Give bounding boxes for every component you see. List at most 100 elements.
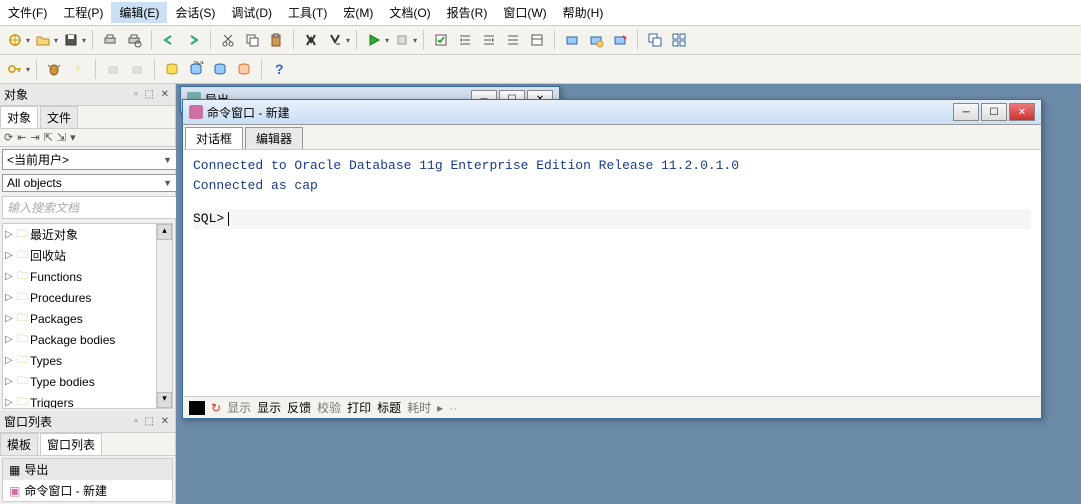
status-item[interactable]: 显示 [257, 399, 281, 416]
expand-icon[interactable]: ▷ [5, 313, 15, 324]
menu-2[interactable]: 编辑(E) [111, 2, 167, 23]
print-preview-icon[interactable] [123, 29, 145, 51]
expand-icon[interactable]: ▷ [5, 376, 15, 387]
nav-back-icon[interactable]: ⇤ [17, 131, 26, 144]
tree-item[interactable]: ▷🗀Procedures [3, 287, 172, 308]
cut-icon[interactable] [217, 29, 239, 51]
window-cascade-icon[interactable] [644, 29, 666, 51]
expand-icon[interactable]: ▷ [5, 292, 15, 303]
execute-icon[interactable] [363, 29, 385, 51]
tool2-icon[interactable] [585, 29, 607, 51]
tab-editor[interactable]: 编辑器 [245, 127, 303, 149]
collapse-icon[interactable]: ⇱ [44, 131, 53, 144]
tree-scrollbar[interactable]: ▴ ▾ [156, 224, 172, 408]
menu-8[interactable]: 报告(R) [439, 2, 496, 23]
status-item[interactable]: 反馈 [287, 399, 311, 416]
expand-icon[interactable]: ⇲ [57, 131, 66, 144]
panel-pin-icons[interactable]: ▫ ⬚ ✕ [134, 89, 171, 100]
refresh-icon[interactable]: ⟳ [4, 131, 13, 144]
panel-pin-icons[interactable]: ▫ ⬚ ✕ [134, 416, 171, 427]
tree-item[interactable]: ▷🗀回收站 [3, 245, 172, 266]
menu-6[interactable]: 宏(M) [335, 2, 381, 23]
copy-icon[interactable] [241, 29, 263, 51]
filter-combo[interactable]: All objects ▼ [2, 174, 177, 192]
scroll-down-icon[interactable]: ▾ [157, 392, 172, 408]
dropdown-icon[interactable]: ▾ [346, 36, 350, 45]
menu-10[interactable]: 帮助(H) [555, 2, 612, 23]
winlist-item-cmd[interactable]: ▣ 命令窗口 - 新建 [3, 480, 172, 501]
minimize-button[interactable]: ─ [953, 103, 979, 121]
print-icon[interactable] [99, 29, 121, 51]
cylinder1-icon[interactable] [161, 58, 183, 80]
refresh-icon[interactable]: ↻ [211, 401, 221, 415]
dropdown-icon[interactable]: ▾ [413, 36, 417, 45]
undo-icon[interactable] [158, 29, 180, 51]
paste-icon[interactable] [265, 29, 287, 51]
status-item[interactable]: 打印 [347, 399, 371, 416]
tool3-icon[interactable] [609, 29, 631, 51]
menu-0[interactable]: 文件(F) [0, 2, 55, 23]
cylinder3-icon[interactable] [209, 58, 231, 80]
redo-icon[interactable] [182, 29, 204, 51]
tree-item[interactable]: ▷🗀Package bodies [3, 329, 172, 350]
tree-item[interactable]: ▷🗀Type bodies [3, 371, 172, 392]
help-icon[interactable]: ? [268, 58, 290, 80]
debug-icon[interactable] [43, 58, 65, 80]
window-tile-icon[interactable] [668, 29, 690, 51]
expand-icon[interactable]: ▷ [5, 250, 15, 261]
winlist-item-export[interactable]: ▦ 导出 [3, 459, 172, 480]
indent-left-icon[interactable] [454, 29, 476, 51]
cmd-titlebar[interactable]: 命令窗口 - 新建 ─ ☐ ✕ [183, 100, 1041, 125]
key-icon[interactable] [4, 58, 26, 80]
tool1-icon[interactable] [561, 29, 583, 51]
menu-9[interactable]: 窗口(W) [495, 2, 554, 23]
menu-7[interactable]: 文档(O) [381, 2, 438, 23]
dbg-step1-icon[interactable] [102, 58, 124, 80]
status-item[interactable]: 校验 [317, 399, 341, 416]
dropdown-icon[interactable]: ▾ [26, 36, 30, 45]
menu-5[interactable]: 工具(T) [280, 2, 335, 23]
save-icon[interactable] [60, 29, 82, 51]
tree-item[interactable]: ▷🗀Functions [3, 266, 172, 287]
cylinder4-icon[interactable] [233, 58, 255, 80]
menu-1[interactable]: 工程(P) [55, 2, 111, 23]
tree-item[interactable]: ▷🗀Packages [3, 308, 172, 329]
status-item[interactable]: 显示 [227, 399, 251, 416]
open-icon[interactable] [32, 29, 54, 51]
expand-icon[interactable]: ▷ [5, 334, 15, 345]
indent-right-icon[interactable] [478, 29, 500, 51]
close-button[interactable]: ✕ [1009, 103, 1035, 121]
expand-icon[interactable]: ▷ [5, 355, 15, 366]
nav-fwd-icon[interactable]: ⇥ [30, 131, 39, 144]
status-item[interactable]: 耗时 [407, 399, 431, 416]
find-next-icon[interactable] [324, 29, 346, 51]
command-window[interactable]: 命令窗口 - 新建 ─ ☐ ✕ 对话框 编辑器 Connected to Ora… [182, 99, 1042, 419]
tab-objects[interactable]: 对象 [0, 106, 38, 128]
user-combo[interactable]: <当前用户> ▼ [2, 149, 177, 170]
tree-item[interactable]: ▷🗀Types [3, 350, 172, 371]
object-tree[interactable]: ▷🗀最近对象▷🗀回收站▷🗀Functions▷🗀Procedures▷🗀Pack… [2, 223, 173, 409]
menu-4[interactable]: 调试(D) [223, 2, 280, 23]
lightning-icon[interactable] [67, 58, 89, 80]
dropdown-icon[interactable]: ▾ [82, 36, 86, 45]
scroll-up-icon[interactable]: ▴ [157, 224, 172, 240]
status-item[interactable]: 标题 [377, 399, 401, 416]
dropdown-icon[interactable]: ▾ [26, 65, 30, 74]
comment-icon[interactable] [502, 29, 524, 51]
tab-dialog[interactable]: 对话框 [185, 127, 243, 149]
cmd-output[interactable]: Connected to Oracle Database 11g Enterpr… [183, 150, 1041, 396]
tree-item[interactable]: ▷🗀Triggers [3, 392, 172, 409]
cmd-prompt-line[interactable]: SQL> [193, 209, 1031, 229]
dropdown-icon[interactable]: ▾ [54, 36, 58, 45]
search-input[interactable]: 输入搜索文档 [2, 196, 177, 219]
expand-icon[interactable]: ▷ [5, 271, 15, 282]
uncomment-icon[interactable] [526, 29, 548, 51]
menu-3[interactable]: 会话(S) [167, 2, 223, 23]
maximize-button[interactable]: ☐ [981, 103, 1007, 121]
tab-files[interactable]: 文件 [40, 106, 78, 128]
cylinder2-icon[interactable]: SQL [185, 58, 207, 80]
dropdown-icon[interactable]: ▾ [385, 36, 389, 45]
dbg-step2-icon[interactable] [126, 58, 148, 80]
tree-item[interactable]: ▷🗀最近对象 [3, 224, 172, 245]
expand-icon[interactable]: ▷ [5, 397, 15, 408]
